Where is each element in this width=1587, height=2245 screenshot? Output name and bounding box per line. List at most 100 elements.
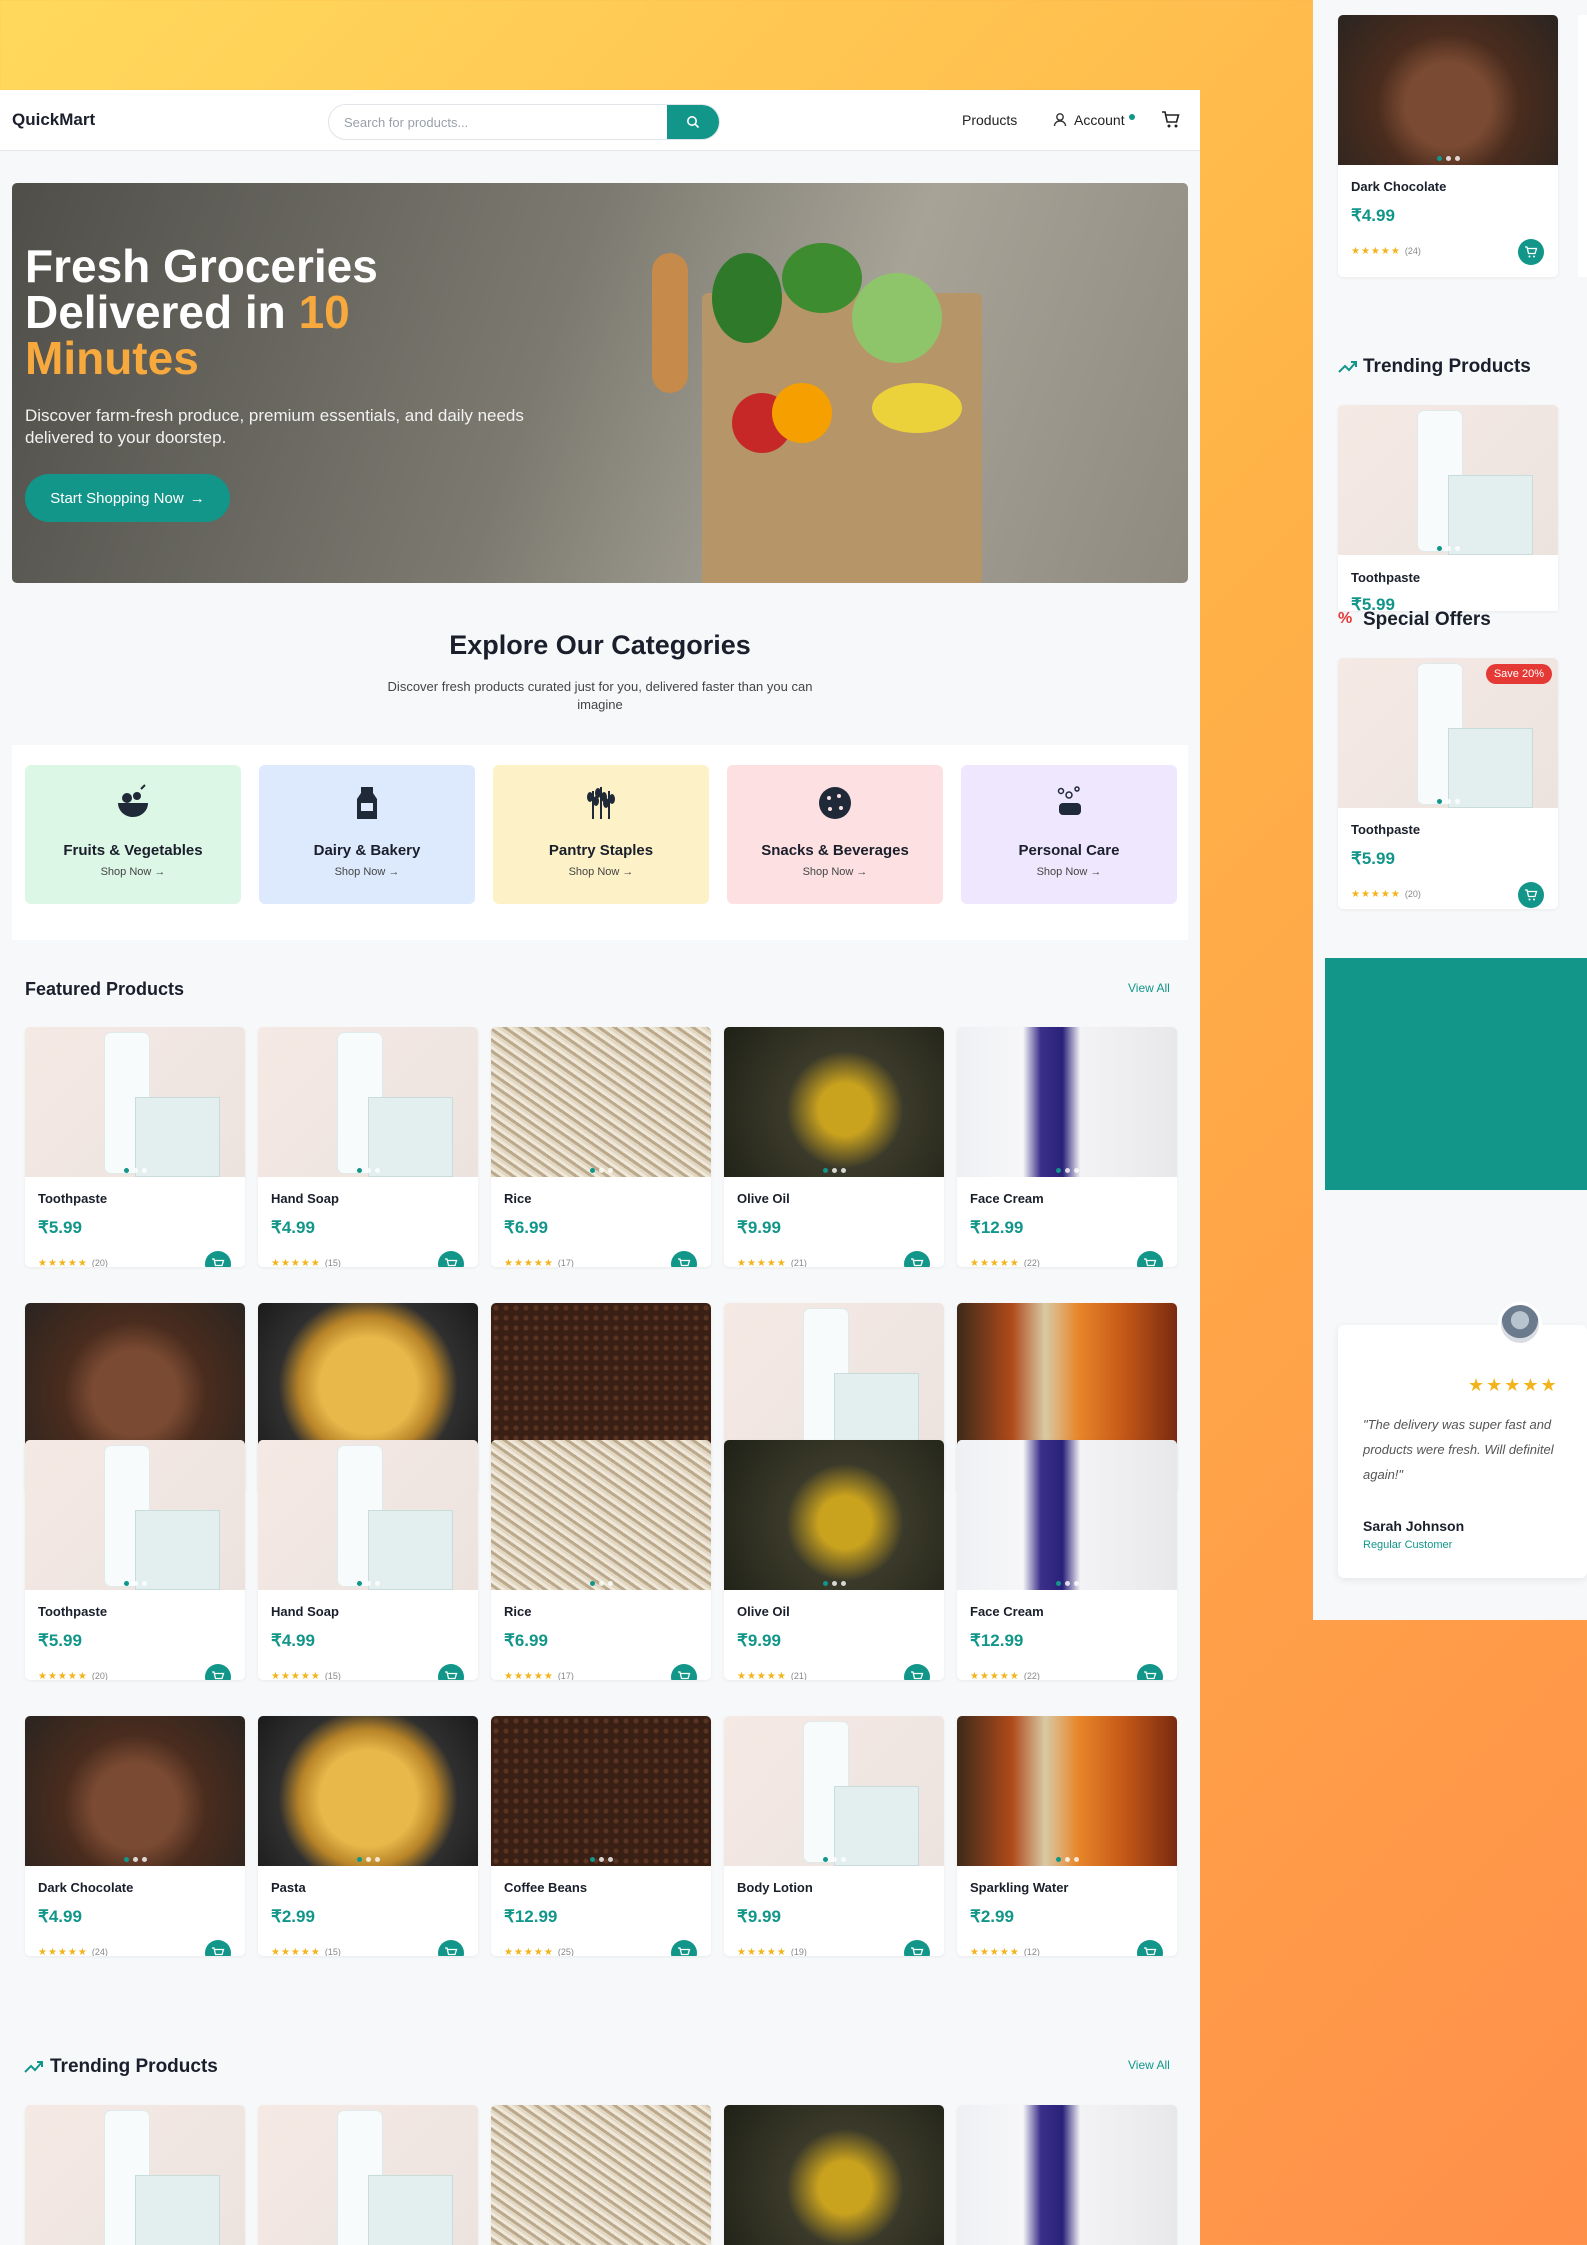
product-rating: ★★★★★ (24) (1351, 246, 1421, 257)
category-dairy-bakery[interactable]: Dairy & Bakery Shop Now → (259, 765, 475, 904)
product-card[interactable]: Hand Soap₹4.99★★★★★(15) (258, 1027, 478, 1267)
product-image (491, 1303, 711, 1453)
product-card[interactable]: Rice₹6.99★★★★★(17) (491, 2105, 711, 2245)
product-card[interactable]: Olive Oil₹9.99★★★★★(21) (724, 2105, 944, 2245)
add-to-cart-button[interactable] (205, 1664, 231, 1680)
vegetable-image (712, 253, 782, 343)
product-price: ₹2.99 (271, 1907, 315, 1926)
product-card[interactable]: Coffee Beans ₹12.99 ★★★★★(25) (491, 1716, 711, 1956)
product-card[interactable]: Face Cream₹12.99★★★★★(22) (957, 2105, 1177, 2245)
product-name: Sparkling Water (970, 1880, 1069, 1895)
add-to-cart-button[interactable] (671, 1251, 697, 1267)
product-name: Face Cream (970, 1604, 1044, 1619)
search-input[interactable]: Search for products... (344, 115, 468, 130)
product-price: ₹12.99 (504, 1907, 558, 1926)
product-card[interactable]: Toothpaste ₹5.99 (1338, 405, 1558, 611)
product-image (491, 2105, 711, 2245)
product-card[interactable]: Body Lotion ₹9.99 ★★★★★(19) (724, 1716, 944, 1956)
add-to-cart-button[interactable] (904, 1940, 930, 1956)
logo[interactable]: QuickMart (12, 110, 95, 130)
product-card[interactable]: Save 20% Toothpaste ₹5.99 ★★★★★ (20) (1338, 658, 1558, 909)
add-to-cart-button[interactable] (1137, 1940, 1163, 1956)
product-rating: ★★★★★ (20) (1351, 889, 1421, 900)
product-rating: ★★★★★ (22) (970, 1258, 1040, 1267)
add-to-cart-button[interactable] (904, 1664, 930, 1680)
shop-now-link[interactable]: Shop Now → (961, 866, 1177, 878)
category-fruits-vegetables[interactable]: Fruits & Vegetables Shop Now → (25, 765, 241, 904)
product-card[interactable]: Dark Chocolate ₹4.99 ★★★★★ (24) (1338, 15, 1558, 277)
trending-up-icon (24, 2061, 43, 2073)
hero-subtitle: Discover farm-fresh produce, premium ess… (25, 406, 524, 447)
start-shopping-button[interactable]: Start Shopping Now → (25, 474, 230, 522)
product-image (25, 1303, 245, 1453)
cart-icon (911, 1258, 924, 1267)
category-pantry-staples[interactable]: Pantry Staples Shop Now → (493, 765, 709, 904)
add-to-cart-button[interactable] (1518, 239, 1544, 265)
cart-icon (445, 1258, 458, 1267)
product-name: Olive Oil (737, 1604, 790, 1619)
add-to-cart-button[interactable] (1518, 882, 1544, 908)
product-rating: ★★★★★ (19) (737, 1947, 807, 1956)
shop-now-link[interactable]: Shop Now → (25, 866, 241, 878)
add-to-cart-button[interactable] (1137, 1664, 1163, 1680)
product-price: ₹5.99 (38, 1218, 82, 1237)
product-image (491, 1440, 711, 1590)
product-image (724, 2105, 944, 2245)
product-image (491, 1716, 711, 1866)
search-bar[interactable]: Search for products... (328, 104, 720, 140)
product-card[interactable]: Toothpaste₹5.99★★★★★(20) (25, 2105, 245, 2245)
cart-icon (1144, 1258, 1157, 1267)
product-card[interactable]: Hand Soap₹4.99★★★★★(15) (258, 1440, 478, 1680)
product-price: ₹6.99 (504, 1631, 548, 1650)
category-personal-care[interactable]: Personal Care Shop Now → (961, 765, 1177, 904)
add-to-cart-button[interactable] (438, 1251, 464, 1267)
product-price: ₹4.99 (271, 1631, 315, 1650)
product-price: ₹5.99 (1351, 849, 1395, 868)
shop-now-link[interactable]: Shop Now → (259, 866, 475, 878)
product-card[interactable]: Toothpaste₹5.99★★★★★(20) (25, 1027, 245, 1267)
product-card[interactable]: Sparkling Water ₹2.99 ★★★★★(12) (957, 1716, 1177, 1956)
product-image (724, 1027, 944, 1177)
product-card[interactable]: Pasta ₹2.99 ★★★★★(15) (258, 1716, 478, 1956)
nav-products-link[interactable]: Products (962, 112, 1017, 128)
product-image (957, 1027, 1177, 1177)
soap-icon (1057, 786, 1081, 815)
product-card[interactable]: Olive Oil₹9.99★★★★★(21) (724, 1027, 944, 1267)
product-image (258, 1716, 478, 1866)
product-image (724, 1440, 944, 1590)
trending-view-all-link[interactable]: View All (1128, 2058, 1170, 2072)
product-card[interactable]: Face Cream₹12.99★★★★★(22) (957, 1027, 1177, 1267)
product-card[interactable]: Hand Soap₹4.99★★★★★(15) (258, 2105, 478, 2245)
product-card[interactable]: Rice₹6.99★★★★★(17) (491, 1440, 711, 1680)
product-price: ₹4.99 (271, 1218, 315, 1237)
product-rating: ★★★★★ (15) (271, 1671, 341, 1680)
category-snacks-beverages[interactable]: Snacks & Beverages Shop Now → (727, 765, 943, 904)
product-rating: ★★★★★ (12) (970, 1947, 1040, 1956)
product-card[interactable]: Olive Oil₹9.99★★★★★(21) (724, 1440, 944, 1680)
shop-now-link[interactable]: Shop Now → (493, 866, 709, 878)
product-card[interactable]: Dark Chocolate ₹4.99 ★★★★★(24) (25, 1716, 245, 1956)
add-to-cart-button[interactable] (671, 1940, 697, 1956)
cart-icon[interactable] (1161, 110, 1181, 130)
product-rating: ★★★★★ (17) (504, 1258, 574, 1267)
search-button[interactable] (667, 105, 719, 139)
add-to-cart-button[interactable] (205, 1251, 231, 1267)
add-to-cart-button[interactable] (671, 1664, 697, 1680)
categories-grid: Fruits & Vegetables Shop Now → Dairy & B… (12, 745, 1188, 940)
add-to-cart-button[interactable] (438, 1940, 464, 1956)
product-card[interactable]: Rice₹6.99★★★★★(17) (491, 1027, 711, 1267)
add-to-cart-button[interactable] (904, 1251, 930, 1267)
nav-account-link[interactable]: Account (1074, 112, 1125, 128)
add-to-cart-button[interactable] (438, 1664, 464, 1680)
featured-view-all-link[interactable]: View All (1128, 981, 1170, 995)
shop-now-link[interactable]: Shop Now → (727, 866, 943, 878)
product-card[interactable]: Toothpaste₹5.99★★★★★(20) (25, 1440, 245, 1680)
product-price: ₹9.99 (737, 1907, 781, 1926)
category-name: Personal Care (1018, 842, 1120, 859)
product-price: ₹4.99 (1351, 206, 1395, 225)
product-card[interactable]: Face Cream₹12.99★★★★★(22) (957, 1440, 1177, 1680)
product-name: Toothpaste (1351, 822, 1421, 837)
add-to-cart-button[interactable] (205, 1940, 231, 1956)
add-to-cart-button[interactable] (1137, 1251, 1163, 1267)
product-name: Coffee Beans (504, 1880, 588, 1895)
